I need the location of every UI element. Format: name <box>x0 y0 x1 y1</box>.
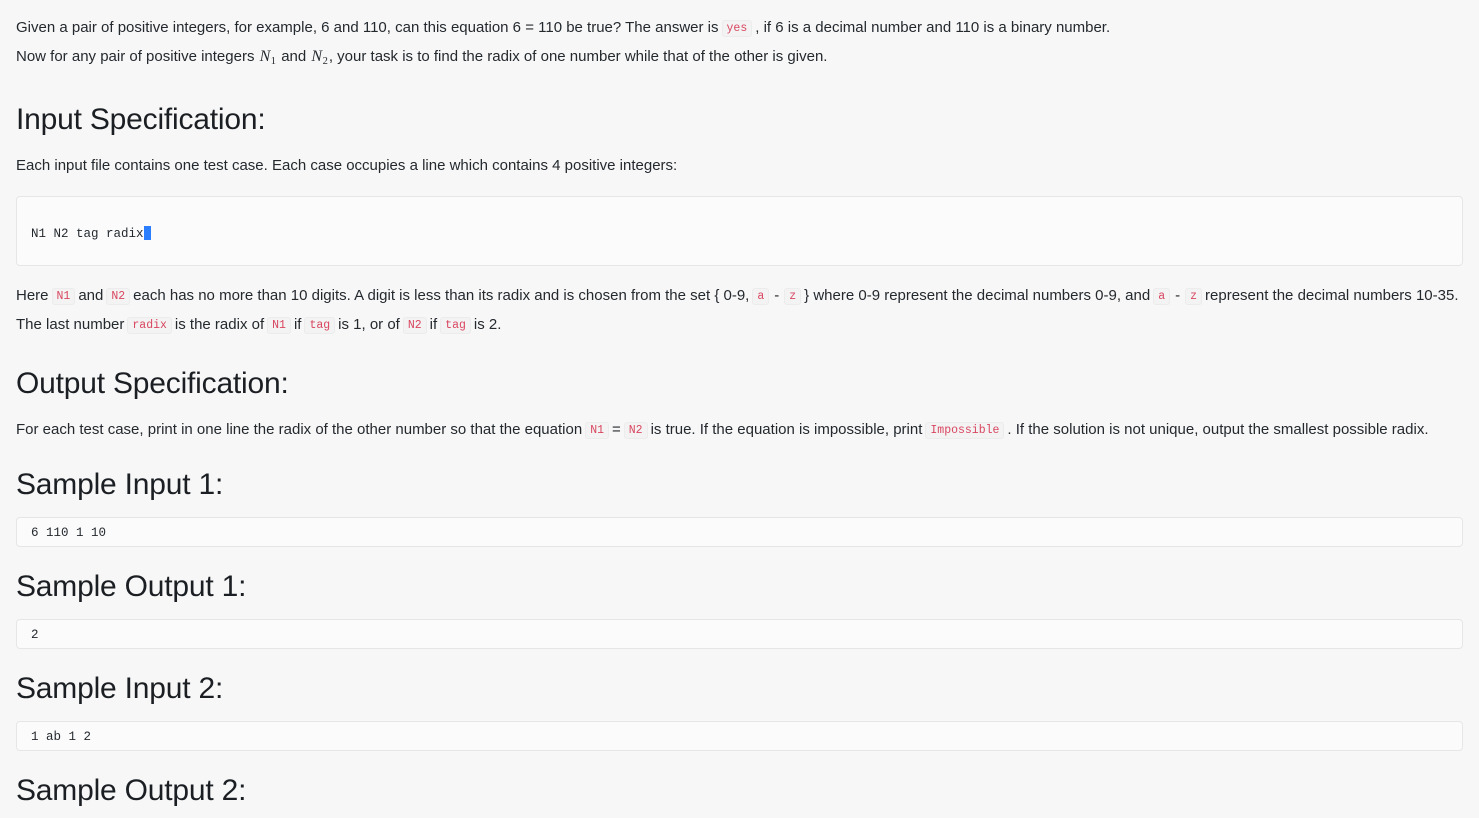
math-n2: N2 <box>310 48 328 67</box>
inline-code-z-first: z <box>784 288 802 305</box>
heading-sample-input-1: Sample Input 1: <box>16 468 224 501</box>
output-equals-sign: = <box>612 421 621 438</box>
detail-dash-second: - <box>1175 287 1181 304</box>
math-n1: N1 <box>259 48 277 67</box>
intro-text-after-code: , if 6 is a decimal number and 110 is a … <box>755 19 1111 36</box>
sample-input-1-code-block[interactable]: 6 110 1 10 <box>16 517 1463 547</box>
detail-text-b: and <box>78 287 104 304</box>
detail-text-d: } where 0-9 represent the decimal number… <box>804 287 1151 304</box>
intro-paragraph-1: Given a pair of positive integers, for e… <box>16 14 1463 43</box>
inline-code-n1-out: N1 <box>585 422 609 439</box>
detail-text-h: is 1, or of <box>338 316 400 333</box>
inline-code-n1-b: N1 <box>267 317 291 334</box>
inline-code-radix: radix <box>127 317 172 334</box>
math-n2-base: N <box>311 48 323 65</box>
intro2-text-a: Now for any pair of positive integers <box>16 48 255 65</box>
inline-code-tag-b: tag <box>440 317 471 334</box>
heading-sample-output-1: Sample Output 1: <box>16 570 247 603</box>
detail-text-i: if <box>429 316 438 333</box>
detail-text-g: if <box>293 316 302 333</box>
heading-sample-output-2: Sample Output 2: <box>16 774 247 807</box>
intro2-text-b: , your task is to find the radix of one … <box>328 48 828 65</box>
text-selection-highlight <box>143 226 151 240</box>
heading-sample-input-2: Sample Input 2: <box>16 672 224 705</box>
detail-text-f: is the radix of <box>174 316 265 333</box>
inline-code-z-second: z <box>1185 288 1203 305</box>
inline-code-n2-out: N2 <box>623 422 648 439</box>
output-text-a: For each test case, print in one line th… <box>16 421 583 438</box>
heading-output-specification: Output Specification: <box>16 367 289 400</box>
output-text-b: is true. If the equation is impossible, … <box>650 421 923 438</box>
math-n2-subscript: 2 <box>322 56 328 67</box>
inline-code-a-second: a <box>1153 288 1171 305</box>
detail-text-a: Here <box>16 287 49 304</box>
inline-code-n2-b: N2 <box>402 317 427 334</box>
sample-output-1-code-block[interactable]: 2 <box>16 619 1463 649</box>
intro-paragraph-2: Now for any pair of positive integers N1… <box>16 43 1463 76</box>
inline-code-yes: yes <box>721 20 753 37</box>
inline-code-n2-a: N2 <box>106 288 131 305</box>
input-spec-paragraph: Each input file contains one test case. … <box>16 157 678 174</box>
inline-code-a-first: a <box>752 288 770 305</box>
input-format-code-block[interactable]: N1 N2 tag radix <box>16 196 1463 266</box>
inline-code-impossible: Impossible <box>925 422 1005 439</box>
math-n1-subscript: 1 <box>270 56 277 67</box>
output-spec-paragraph: For each test case, print in one line th… <box>16 416 1463 445</box>
sample-input-2-code-block[interactable]: 1 ab 1 2 <box>16 721 1463 751</box>
inline-code-n1-a: N1 <box>51 288 76 305</box>
detail-text-c: each has no more than 10 digits. A digit… <box>133 287 750 304</box>
problem-statement-page: Given a pair of positive integers, for e… <box>0 0 1479 818</box>
detail-text-j: is 2. <box>473 316 502 333</box>
output-text-c: . If the solution is not unique, output … <box>1007 421 1429 438</box>
input-format-code-text: N1 N2 tag radix <box>31 227 144 241</box>
math-n1-base: N <box>259 48 271 65</box>
detail-dash-first: - <box>774 287 780 304</box>
inline-code-tag-a: tag <box>304 317 336 334</box>
intro-text-before-code: Given a pair of positive integers, for e… <box>16 19 719 36</box>
intro2-text-mid: and <box>281 48 307 65</box>
heading-input-specification: Input Specification: <box>16 103 266 136</box>
input-spec-detail-paragraph: Here N1 and N2 each has no more than 10 digi… <box>16 282 1463 340</box>
